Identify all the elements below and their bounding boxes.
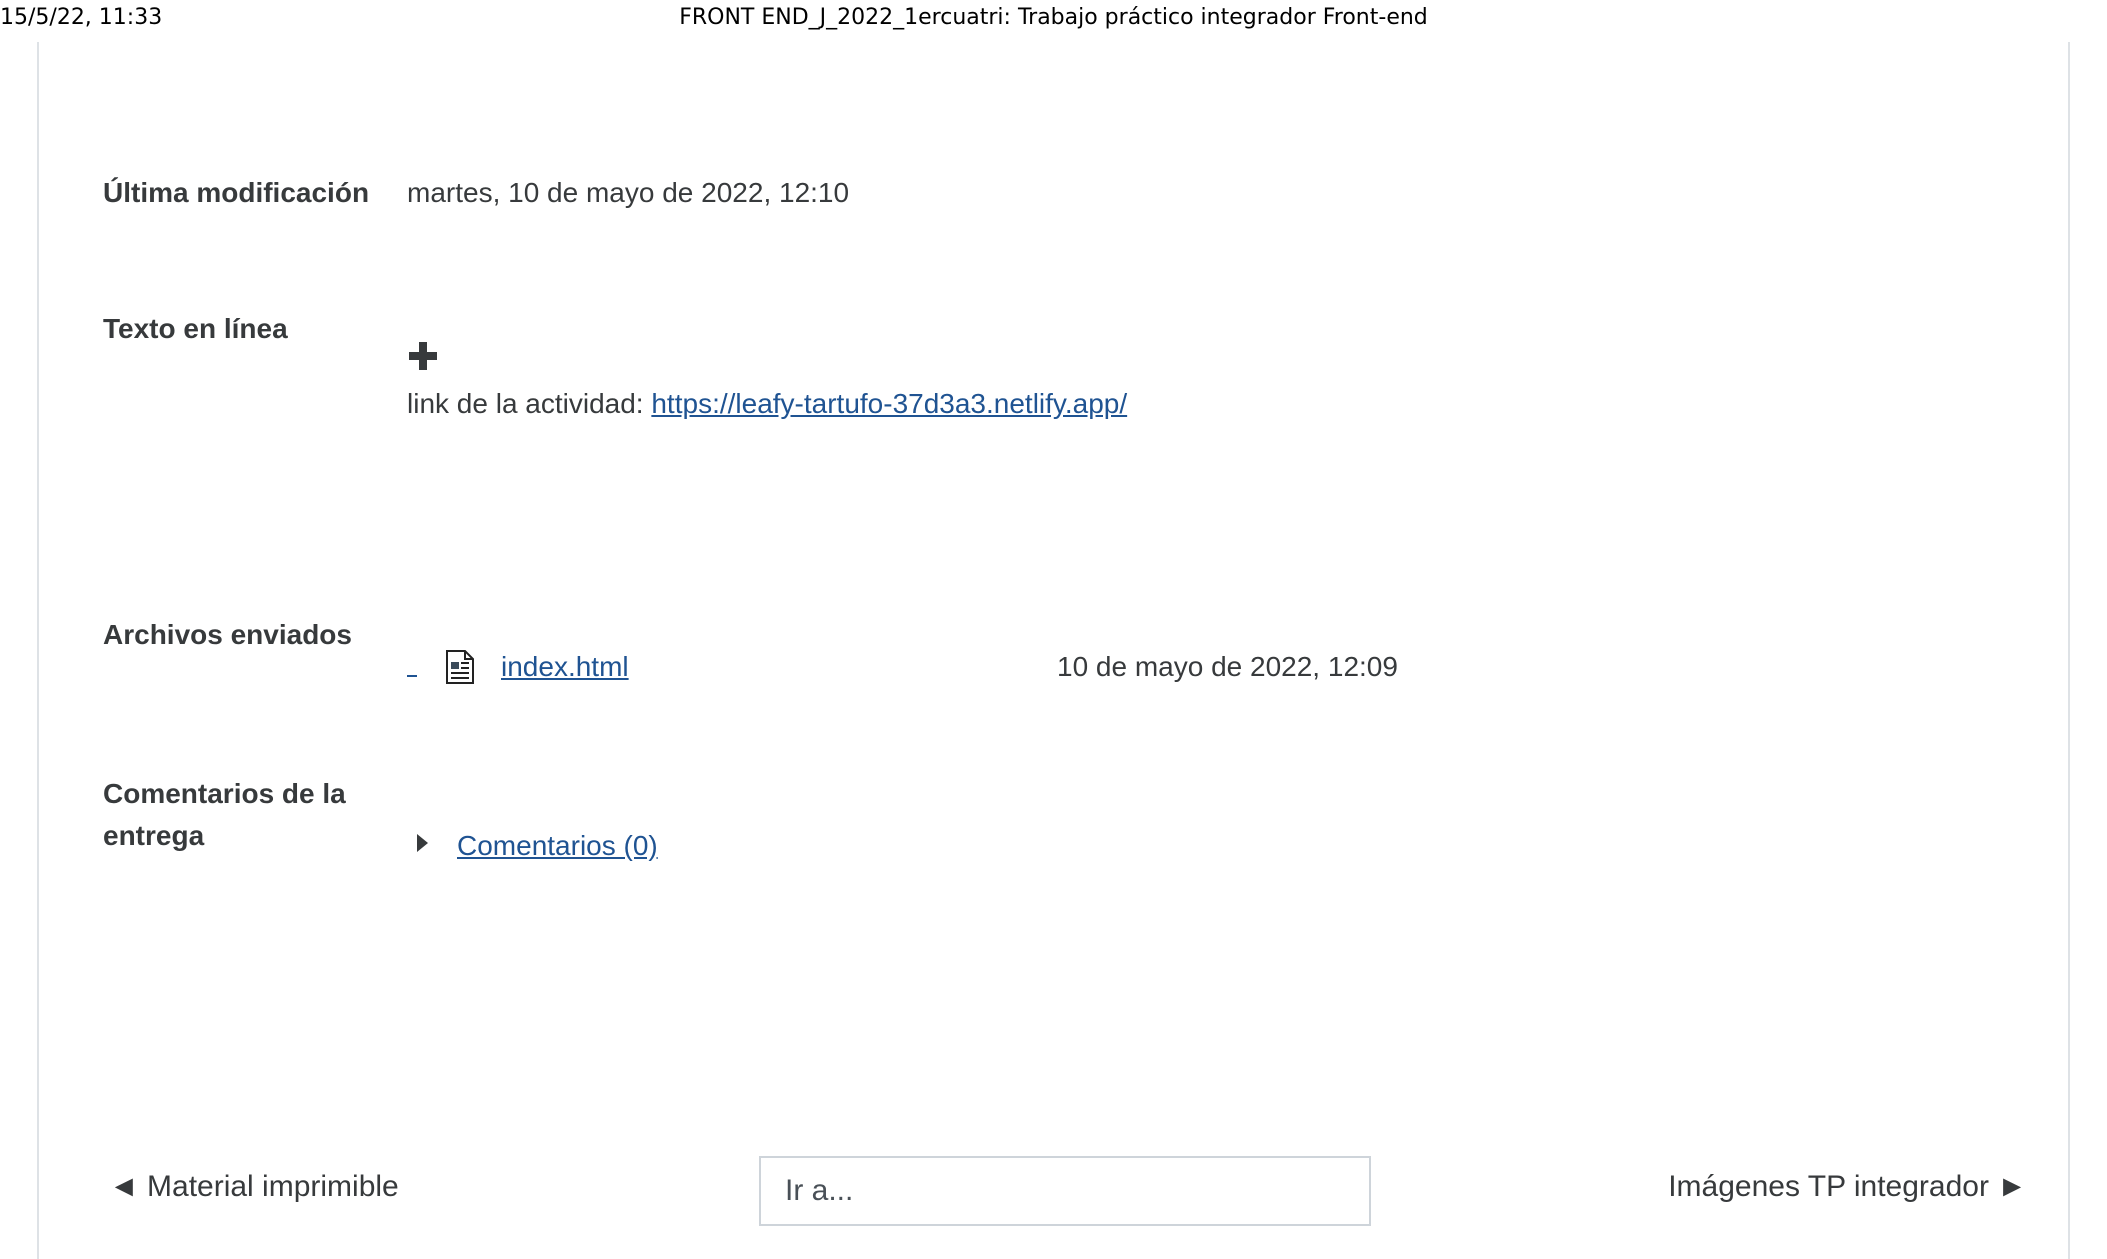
comments-label: Comentarios de la entrega [103, 778, 346, 851]
print-header: 15/5/22, 11:33 FRONT END_J_2022_1ercuatr… [0, 0, 2107, 36]
files-label: Archivos enviados [103, 619, 352, 650]
comments-link[interactable]: Comentarios (0) [457, 830, 658, 861]
file-tree-toggle[interactable] [407, 675, 417, 677]
file-link[interactable]: index.html [501, 651, 629, 682]
last-modified-value: martes, 10 de mayo de 2022, 12:10 [407, 177, 850, 208]
plus-icon[interactable] [409, 342, 437, 370]
document-icon [446, 650, 474, 684]
prev-activity-link[interactable]: ◄ Material imprimible [109, 1170, 399, 1204]
online-text-prefix: link de la actividad: [407, 388, 652, 419]
file-date: 10 de mayo de 2022, 12:09 [1057, 651, 1398, 682]
last-modified-label: Última modificación [103, 177, 370, 208]
online-text-label: Texto en línea [103, 313, 288, 344]
comments-link-wrap: Comentarios (0) [457, 825, 658, 867]
caret-right-icon[interactable] [417, 834, 428, 852]
jump-to-select[interactable]: Ir a... [759, 1156, 1371, 1226]
page-border-left [37, 42, 39, 1259]
print-title: FRONT END_J_2022_1ercuatri: Trabajo prác… [679, 5, 1428, 30]
next-activity-link[interactable]: Imágenes TP integrador ► [1668, 1170, 2027, 1204]
page-border-right [2068, 42, 2070, 1259]
file-link-wrap: index.html [501, 646, 629, 688]
activity-link[interactable]: https://leafy-tartufo-37d3a3.netlify.app… [651, 388, 1127, 419]
online-text-content: link de la actividad: https://leafy-tart… [407, 383, 1127, 425]
